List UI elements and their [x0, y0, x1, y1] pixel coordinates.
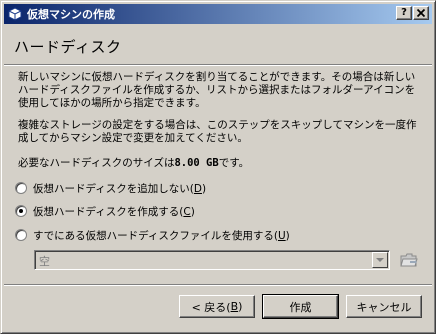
- window-title: 仮想マシンの作成: [27, 8, 115, 21]
- option-no-disk-label: 仮想ハードディスクを追加しない(D): [33, 182, 207, 195]
- intro-text: 新しいマシンに仮想ハードディスクを割り当てることができます。その場合は新しいハー…: [18, 71, 416, 109]
- close-icon: [416, 8, 426, 18]
- option-use-existing-label: すでにある仮想ハードディスクファイルを使用する(U): [33, 229, 290, 242]
- footer-divider: [4, 284, 432, 286]
- option-use-existing[interactable]: すでにある仮想ハードディスクファイルを使用する(U): [15, 227, 290, 243]
- choose-disk-file-button[interactable]: [399, 251, 419, 269]
- close-button[interactable]: [413, 6, 429, 20]
- help-button[interactable]: ?: [396, 6, 412, 20]
- recommended-size-suffix: です。: [218, 157, 250, 169]
- radio-no-disk[interactable]: [15, 182, 27, 194]
- cancel-button[interactable]: キャンセル: [346, 295, 422, 318]
- create-button[interactable]: 作成: [262, 294, 339, 319]
- back-button-label-end: ): [238, 300, 243, 313]
- virtualbox-icon: [7, 6, 23, 22]
- recommended-size-prefix: 必要なハードディスクのサイズは: [18, 157, 175, 169]
- option-no-disk[interactable]: 仮想ハードディスクを追加しない(D): [15, 180, 206, 196]
- recommended-size-value: 8.00 GB: [174, 157, 219, 169]
- advanced-note-text: 複雑なストレージの設定をする場合は、このステップをスキップしてマシンを一度作成し…: [18, 119, 417, 144]
- existing-disk-select[interactable]: 空: [34, 250, 390, 270]
- recommended-size-text: 必要なハードディスクのサイズは8.00 GBです。: [18, 157, 420, 170]
- dropdown-arrow[interactable]: [372, 252, 388, 268]
- back-button-mnemonic: B: [230, 300, 239, 313]
- header-divider: [4, 64, 432, 66]
- page-title: ハードディスク: [14, 38, 122, 56]
- radio-use-existing[interactable]: [15, 229, 27, 241]
- chevron-down-icon: [376, 257, 384, 262]
- back-button-label: < 戻る(: [191, 300, 231, 314]
- radio-create-disk[interactable]: [15, 205, 27, 217]
- title-bar[interactable]: 仮想マシンの作成 ?: [4, 4, 432, 24]
- existing-disk-value: 空: [39, 255, 50, 268]
- create-vm-dialog: 仮想マシンの作成 ? ハードディスク 新しいマシンに仮想ハードディスクを割り当て…: [0, 0, 436, 334]
- folder-icon: [400, 253, 418, 267]
- option-create-disk[interactable]: 仮想ハードディスクを作成する(C): [15, 203, 195, 219]
- back-button[interactable]: < 戻る(B): [179, 295, 255, 318]
- option-create-disk-label: 仮想ハードディスクを作成する(C): [33, 205, 195, 218]
- wizard-header: ハードディスク: [4, 24, 432, 64]
